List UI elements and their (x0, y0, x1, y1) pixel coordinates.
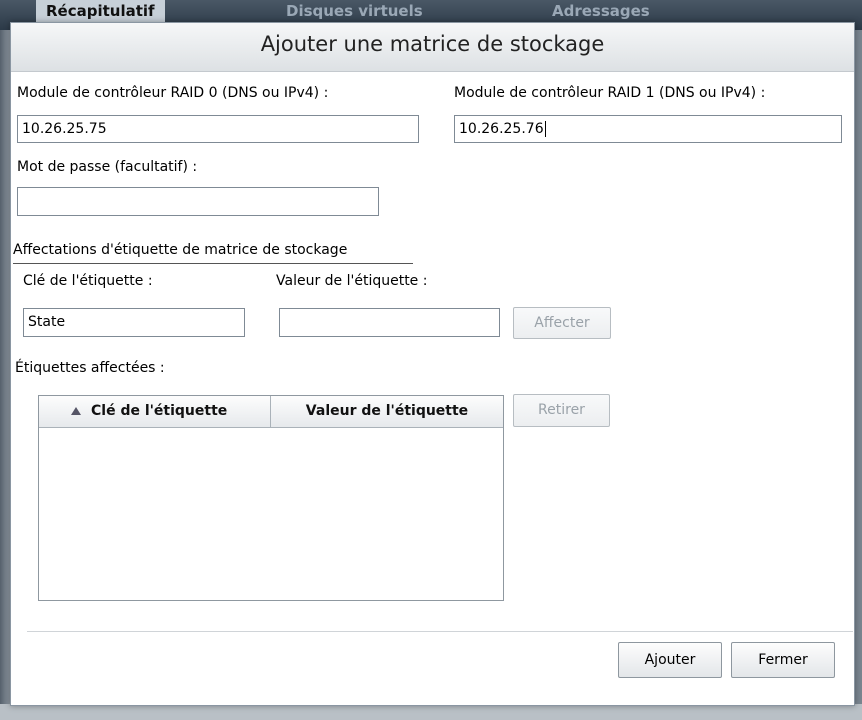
password-input[interactable] (17, 187, 379, 216)
tag-value-input[interactable] (279, 308, 500, 337)
background-tab-virtual-disks[interactable]: Disques virtuels (286, 0, 423, 22)
assign-tag-button[interactable]: Affecter (513, 307, 611, 339)
text-caret (544, 121, 546, 137)
add-storage-array-dialog: Ajouter une matrice de stockage Module d… (10, 22, 855, 706)
tag-key-label: Clé de l'étiquette : (23, 273, 153, 289)
tag-section-divider (13, 263, 413, 264)
raid1-input[interactable]: 10.26.25.76 (454, 115, 842, 143)
sort-ascending-icon (71, 407, 81, 415)
column-header-tag-key[interactable]: Clé de l'étiquette (39, 396, 271, 427)
close-button[interactable]: Fermer (731, 642, 835, 678)
add-button[interactable]: Ajouter (618, 642, 722, 678)
footer-divider (27, 631, 853, 632)
tag-section-title: Affectations d'étiquette de matrice de s… (13, 242, 348, 258)
assigned-tags-label: Étiquettes affectées : (15, 360, 165, 376)
remove-tag-button[interactable]: Retirer (513, 394, 610, 427)
background-bottom-strip (0, 704, 862, 720)
raid1-input-value: 10.26.25.76 (459, 121, 544, 137)
background-left-pane (0, 30, 10, 720)
tag-value-label: Valeur de l'étiquette : (276, 273, 428, 289)
column-header-tag-value[interactable]: Valeur de l'étiquette (271, 396, 503, 427)
dialog-title: Ajouter une matrice de stockage (260, 32, 605, 56)
background-tab-mappings[interactable]: Adressages (552, 0, 650, 22)
dialog-titlebar: Ajouter une matrice de stockage (11, 23, 854, 72)
raid0-label: Module de contrôleur RAID 0 (DNS ou IPv4… (17, 85, 329, 101)
background-tab-summary[interactable]: Récapitulatif (36, 0, 165, 22)
password-label: Mot de passe (facultatif) : (17, 159, 198, 175)
raid0-input[interactable]: 10.26.25.75 (17, 115, 419, 143)
tag-key-input[interactable]: State (23, 308, 245, 337)
assigned-tags-table[interactable]: Clé de l'étiquette Valeur de l'étiquette (38, 395, 504, 601)
table-header: Clé de l'étiquette Valeur de l'étiquette (39, 396, 503, 428)
column-header-tag-key-label: Clé de l'étiquette (91, 403, 228, 419)
raid1-label: Module de contrôleur RAID 1 (DNS ou IPv4… (454, 85, 766, 101)
